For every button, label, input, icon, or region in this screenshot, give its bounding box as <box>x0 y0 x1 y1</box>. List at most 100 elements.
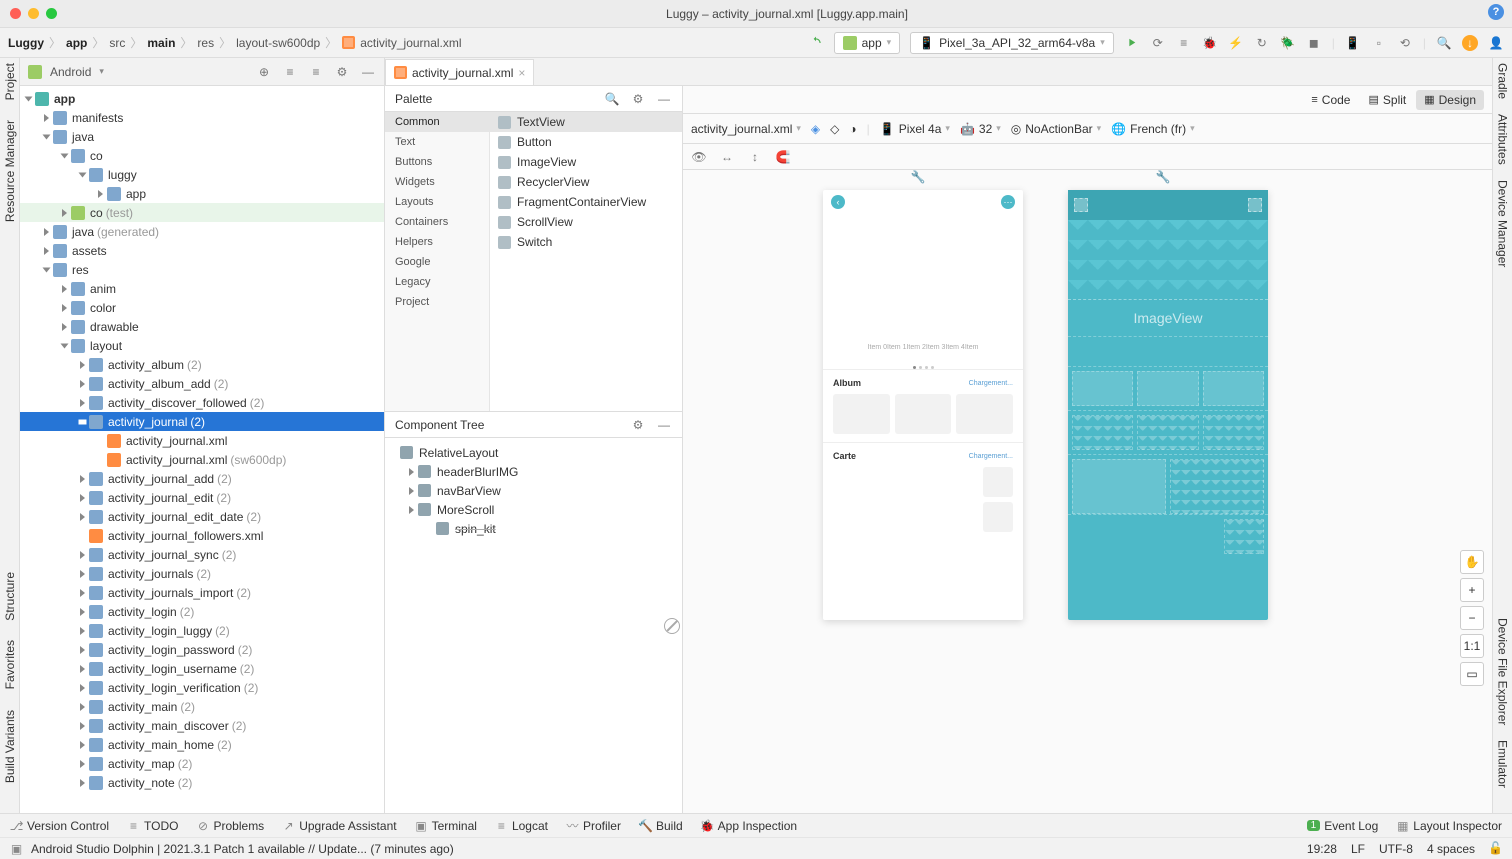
component-tree[interactable]: RelativeLayoutheaderBlurIMGnavBarViewMor… <box>385 438 682 813</box>
component-node[interactable]: RelativeLayout <box>385 443 682 462</box>
component-node[interactable]: spin_kit <box>385 519 682 538</box>
palette-item[interactable]: ScrollView <box>490 212 682 232</box>
project-tree[interactable]: appmanifestsjavacoluggyappco (test)java … <box>20 86 384 813</box>
wrench-icon[interactable]: 🔧 <box>911 170 926 184</box>
attach-button[interactable]: 🪲 <box>1280 35 1296 51</box>
tree-node[interactable]: color <box>20 298 384 317</box>
version-control-tool[interactable]: ⎇Version Control <box>10 819 109 833</box>
tree-node[interactable]: activity_map (2) <box>20 754 384 773</box>
indent[interactable]: 4 spaces <box>1427 842 1475 856</box>
palette-item[interactable]: RecyclerView <box>490 172 682 192</box>
device-selector[interactable]: 📱 Pixel_3a_API_32_arm64-v8a▾ <box>910 32 1114 54</box>
design-view-button[interactable]: ▦ Design <box>1416 90 1484 110</box>
tree-node[interactable]: app <box>20 184 384 203</box>
attributes-tool[interactable]: Attributes <box>1496 114 1510 165</box>
attach-debugger-button[interactable]: ⚡ <box>1228 35 1244 51</box>
settings-icon[interactable]: ⚙ <box>630 91 646 107</box>
logcat-tool[interactable]: ≡Logcat <box>495 819 548 833</box>
tree-node[interactable]: activity_login (2) <box>20 602 384 621</box>
todo-tool[interactable]: ≡TODO <box>127 819 178 833</box>
apply-changes-button[interactable]: ↻ <box>1254 35 1270 51</box>
stop-button[interactable]: ◼ <box>1306 35 1322 51</box>
tree-node[interactable]: layout <box>20 336 384 355</box>
palette-item[interactable]: Button <box>490 132 682 152</box>
palette-items[interactable]: TextViewButtonImageViewRecyclerViewFragm… <box>490 112 682 411</box>
profiler-tool[interactable]: 〰Profiler <box>566 819 621 833</box>
maximize-window[interactable] <box>46 8 57 19</box>
orientation-icon[interactable]: ◇ <box>830 122 839 136</box>
tree-node[interactable]: activity_journal_edit_date (2) <box>20 507 384 526</box>
gradle-tool[interactable]: Gradle <box>1496 63 1510 99</box>
palette-item[interactable]: ImageView <box>490 152 682 172</box>
tree-node[interactable]: co <box>20 146 384 165</box>
problems-tool[interactable]: ⊘Problems <box>197 819 265 833</box>
tree-node[interactable]: activity_album_add (2) <box>20 374 384 393</box>
build-tool[interactable]: 🔨Build <box>639 819 683 833</box>
updates-button[interactable]: ↓ <box>1462 35 1478 51</box>
tree-node[interactable]: activity_journals_import (2) <box>20 583 384 602</box>
event-log-tool[interactable]: 1Event Log <box>1307 819 1379 833</box>
hide-icon[interactable]: — <box>360 64 376 80</box>
encoding[interactable]: UTF-8 <box>1379 842 1413 856</box>
device-preview-selector[interactable]: 📱 Pixel 4a▾ <box>880 122 950 136</box>
tree-node[interactable]: activity_journal (2) <box>20 412 384 431</box>
settings-icon[interactable]: ⚙ <box>630 417 646 433</box>
tree-node[interactable]: res <box>20 260 384 279</box>
split-view-button[interactable]: ▤ Split <box>1360 90 1414 110</box>
component-node[interactable]: navBarView <box>385 481 682 500</box>
palette-category[interactable]: Project <box>385 292 489 312</box>
device-preview-render[interactable]: ‹ ⋯ Item 0Item 1Item 2Item 3Item 4Item A… <box>823 190 1023 620</box>
palette-categories[interactable]: CommonTextButtonsWidgetsLayoutsContainer… <box>385 112 490 411</box>
tree-node[interactable]: activity_main (2) <box>20 697 384 716</box>
tree-node[interactable]: anim <box>20 279 384 298</box>
pan-tool-button[interactable]: ✋ <box>1460 550 1484 574</box>
tree-node[interactable]: activity_main_home (2) <box>20 735 384 754</box>
component-node[interactable]: MoreScroll <box>385 500 682 519</box>
palette-item[interactable]: Switch <box>490 232 682 252</box>
palette-category[interactable]: Buttons <box>385 152 489 172</box>
build-variants-tool[interactable]: Build Variants <box>3 710 17 783</box>
app-inspection-tool[interactable]: 🐞App Inspection <box>701 819 797 833</box>
tree-node[interactable]: activity_journal_sync (2) <box>20 545 384 564</box>
breadcrumb[interactable]: Luggy〉 app〉 src〉 main〉 res〉 layout-sw600… <box>8 34 462 51</box>
zoom-fit-button[interactable]: 1:1 <box>1460 634 1484 658</box>
close-window[interactable] <box>10 8 21 19</box>
file-selector[interactable]: activity_journal.xml▾ <box>691 122 801 136</box>
palette-category[interactable]: Widgets <box>385 172 489 192</box>
palette-category[interactable]: Common <box>385 112 489 132</box>
project-tool[interactable]: Project <box>3 63 17 100</box>
tree-node[interactable]: activity_journal_add (2) <box>20 469 384 488</box>
run-config-selector[interactable]: app▾ <box>834 32 901 54</box>
layout-inspector-tool[interactable]: ▦Layout Inspector <box>1396 819 1502 833</box>
sync-icon[interactable] <box>808 35 824 51</box>
debug-button[interactable]: ⟳ <box>1150 35 1166 51</box>
tree-node[interactable]: activity_note (2) <box>20 773 384 792</box>
expand-icon[interactable]: ≡ <box>308 64 324 80</box>
tree-node[interactable]: co (test) <box>20 203 384 222</box>
hide-icon[interactable]: — <box>656 417 672 433</box>
tree-node[interactable]: activity_journal_edit (2) <box>20 488 384 507</box>
zoom-reset-button[interactable]: ▭ <box>1460 662 1484 686</box>
palette-category[interactable]: Google <box>385 252 489 272</box>
tree-node[interactable]: activity_login_verification (2) <box>20 678 384 697</box>
editor-tab[interactable]: activity_journal.xml × <box>385 59 534 85</box>
minimize-window[interactable] <box>28 8 39 19</box>
tree-node[interactable]: java <box>20 127 384 146</box>
favorites-tool[interactable]: Favorites <box>3 640 17 689</box>
hide-icon[interactable]: — <box>656 91 672 107</box>
zoom-in-button[interactable]: + <box>1460 578 1484 602</box>
magnet-icon[interactable]: 🧲 <box>775 149 791 165</box>
tree-node[interactable]: java (generated) <box>20 222 384 241</box>
tree-node[interactable]: activity_login_password (2) <box>20 640 384 659</box>
design-canvas[interactable]: 🔧 🔧 ‹ ⋯ Item 0Item 1Item 2Item 3Item 4It… <box>683 170 1492 813</box>
palette-item[interactable]: FragmentContainerView <box>490 192 682 212</box>
palette-category[interactable]: Legacy <box>385 272 489 292</box>
readonly-icon[interactable]: 🔓 <box>1489 842 1502 855</box>
zoom-icon[interactable]: ↔ <box>719 149 735 165</box>
palette-category[interactable]: Containers <box>385 212 489 232</box>
account-button[interactable]: 👤 <box>1488 35 1504 51</box>
wrench-icon[interactable]: 🔧 <box>1156 170 1171 184</box>
tree-node[interactable]: activity_login_luggy (2) <box>20 621 384 640</box>
tree-node[interactable]: manifests <box>20 108 384 127</box>
tree-node[interactable]: assets <box>20 241 384 260</box>
